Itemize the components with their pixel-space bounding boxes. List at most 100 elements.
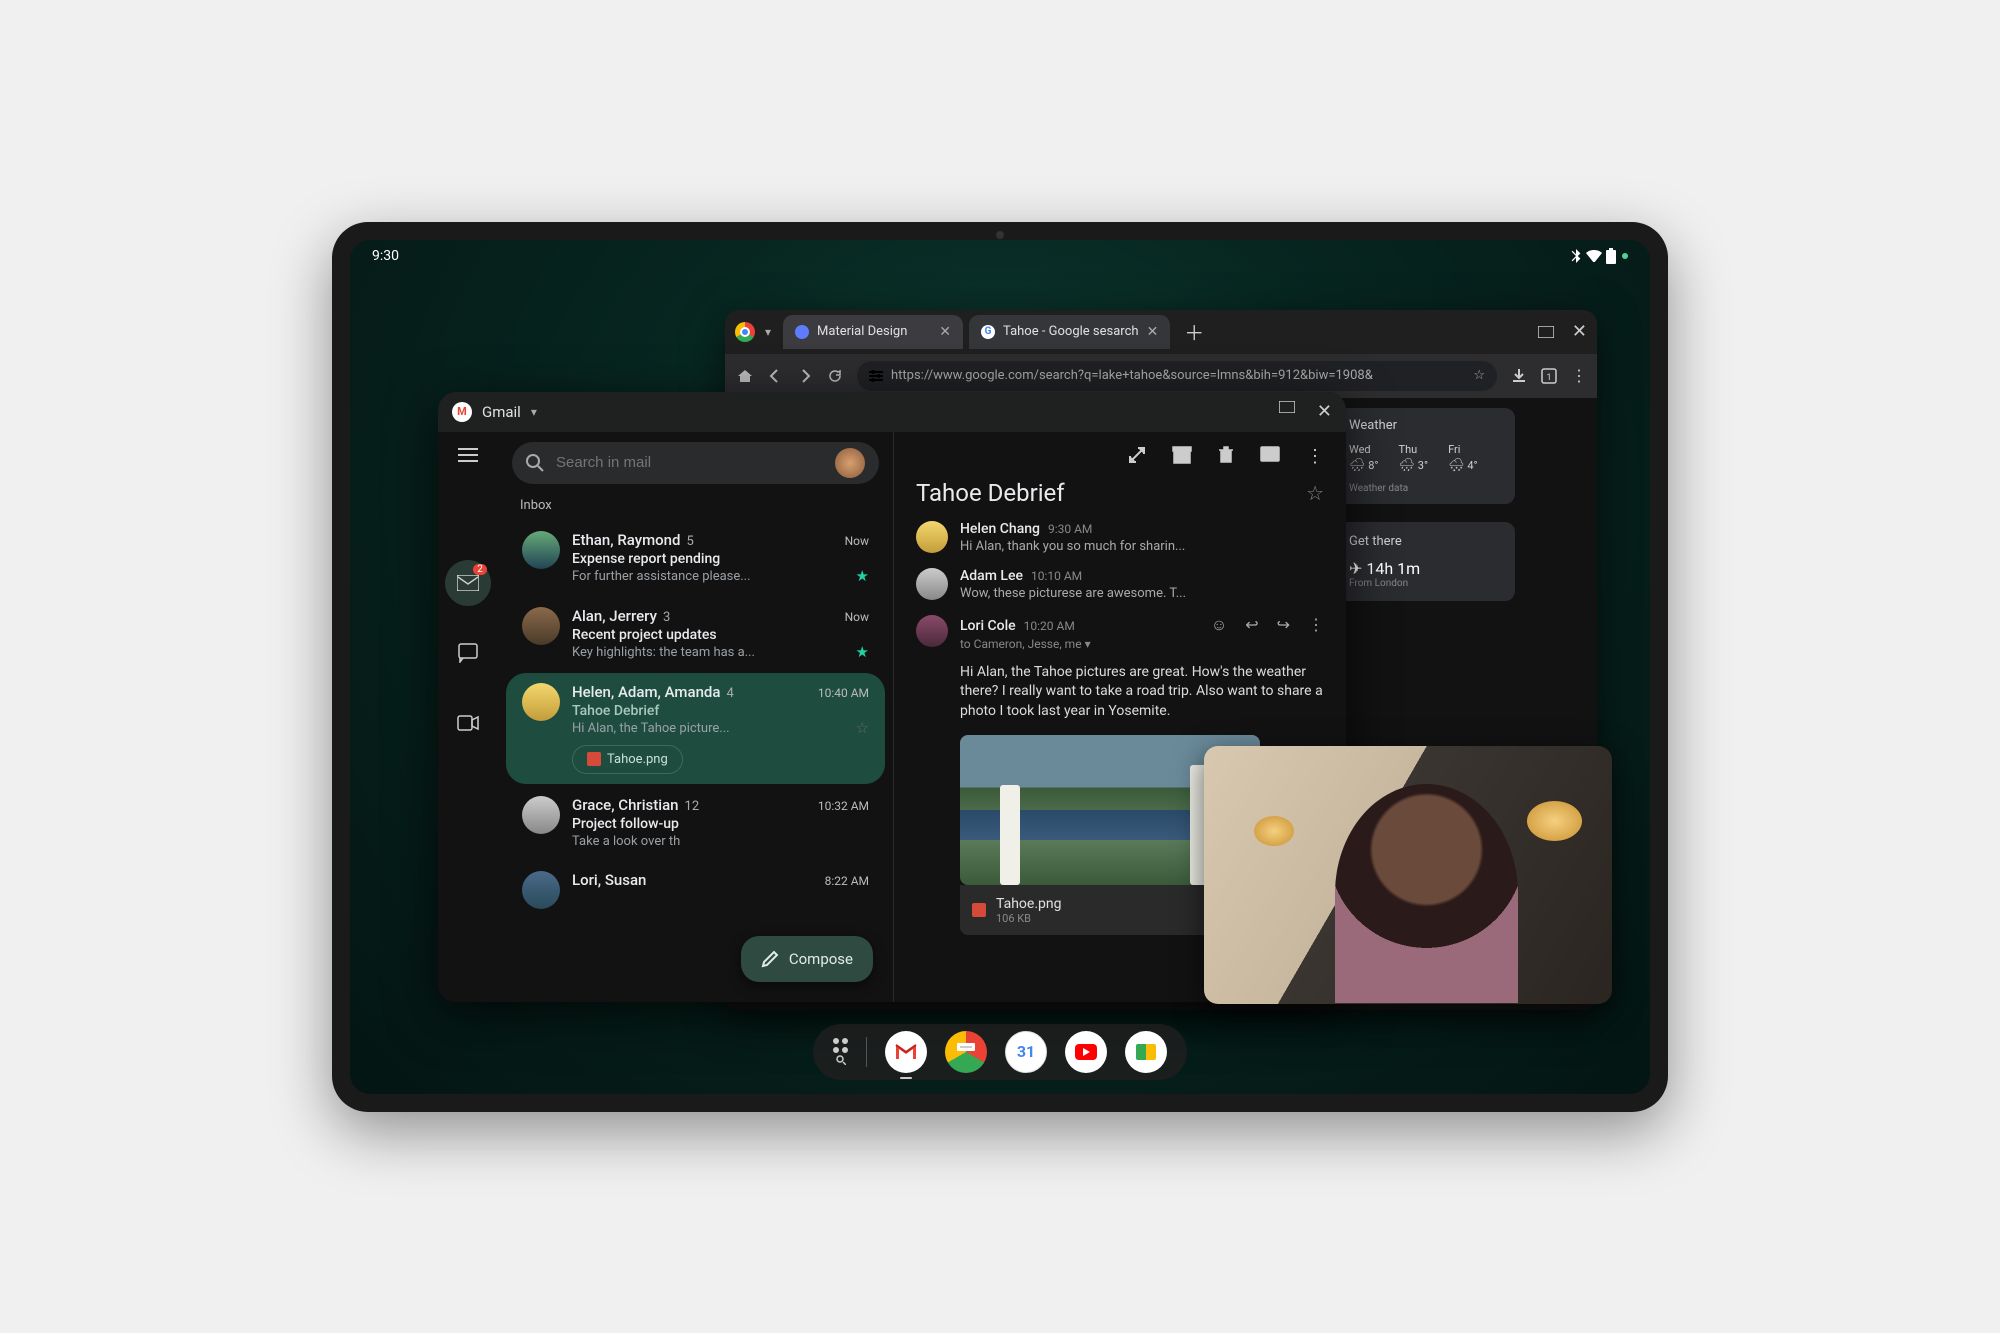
thread-item[interactable]: Ethan, Raymond5Now Expense report pendin…: [506, 521, 885, 595]
star-icon[interactable]: ☆: [856, 719, 869, 737]
rain-icon: 🌧: [1349, 458, 1366, 473]
collapsed-message[interactable]: Helen Chang9:30 AM Hi Alan, thank you so…: [916, 521, 1324, 554]
sidebar-mail[interactable]: 2: [445, 560, 491, 606]
inbox-label: Inbox: [498, 494, 893, 519]
close-icon[interactable]: ✕: [939, 324, 951, 340]
weather-day: Fri 🌨 4°: [1448, 443, 1478, 473]
download-icon[interactable]: [1511, 368, 1527, 384]
expand-icon[interactable]: [1128, 446, 1146, 467]
taskbar-app-gmail[interactable]: [885, 1031, 927, 1073]
sidebar-meet[interactable]: [445, 700, 491, 746]
collapsed-message[interactable]: Adam Lee10:10 AM Wow, these picturese ar…: [916, 568, 1324, 601]
avatar: [522, 796, 560, 834]
reply-icon[interactable]: ↩: [1245, 615, 1258, 635]
close-window-icon[interactable]: ✕: [1572, 321, 1587, 342]
chrome-toolbar: https://www.google.com/search?q=lake+tah…: [725, 354, 1597, 398]
mail-unread-icon[interactable]: [1260, 446, 1280, 467]
search-bar[interactable]: [512, 442, 879, 484]
rain-icon: 🌧: [1399, 458, 1416, 473]
video-call-pip[interactable]: [1204, 746, 1612, 1004]
lamp-icon: [1254, 816, 1294, 846]
divider: [866, 1037, 867, 1067]
sidebar-chat[interactable]: [445, 630, 491, 676]
bluetooth-icon: [1570, 249, 1582, 263]
home-icon[interactable]: [737, 368, 753, 384]
taskbar-app-meet[interactable]: [1125, 1031, 1167, 1073]
chevron-down-icon[interactable]: ▾: [765, 325, 771, 339]
weather-day: Wed 🌧 8°: [1349, 443, 1379, 473]
detail-toolbar: ⋮: [916, 446, 1324, 467]
avatar: [522, 871, 560, 909]
close-window-icon[interactable]: ✕: [1317, 401, 1332, 422]
message-body: Hi Alan, the Tahoe pictures are great. H…: [960, 663, 1324, 722]
thread-item[interactable]: Grace, Christian1210:32 AM Project follo…: [506, 786, 885, 859]
screen: 9:30 ▾ Material Design ✕ G Tahoe: [350, 240, 1650, 1094]
search-icon: [836, 1055, 846, 1065]
star-icon[interactable]: ★: [856, 567, 869, 585]
battery-dot-icon: [1622, 253, 1628, 259]
video-participant: [1335, 784, 1519, 1003]
attachment-chip[interactable]: Tahoe.png: [572, 745, 683, 774]
profile-avatar[interactable]: [835, 448, 865, 478]
avatar: [522, 683, 560, 721]
menu-icon[interactable]: [458, 448, 478, 462]
forward-icon[interactable]: [797, 368, 813, 384]
gmail-sidebar-rail: 2: [438, 432, 498, 1002]
weather-day: Thu 🌧 3°: [1399, 443, 1429, 473]
url-text: https://www.google.com/search?q=lake+tah…: [891, 368, 1465, 383]
archive-icon[interactable]: [1172, 446, 1192, 467]
thread-item-selected[interactable]: Helen, Adam, Amanda410:40 AM Tahoe Debri…: [506, 673, 885, 784]
chevron-down-icon[interactable]: ▾: [1085, 637, 1091, 651]
more-icon[interactable]: ⋮: [1308, 615, 1324, 635]
app-drawer-button[interactable]: [833, 1038, 848, 1065]
tab-title: Material Design: [817, 324, 907, 339]
search-input[interactable]: [556, 454, 823, 471]
snow-icon: 🌨: [1448, 458, 1465, 473]
avatar: [916, 521, 948, 553]
more-icon[interactable]: ⋮: [1306, 446, 1324, 467]
site-settings-icon[interactable]: [869, 369, 883, 383]
taskbar-app-calendar[interactable]: 31: [1005, 1031, 1047, 1073]
new-tab-button[interactable]: ＋: [1184, 317, 1204, 346]
url-bar[interactable]: https://www.google.com/search?q=lake+tah…: [857, 361, 1497, 391]
pencil-icon: [761, 950, 779, 968]
avatar: [522, 531, 560, 569]
chrome-tabstrip: ▾ Material Design ✕ G Tahoe - Google ses…: [725, 310, 1597, 354]
close-icon[interactable]: ✕: [1147, 324, 1159, 340]
delete-icon[interactable]: [1218, 446, 1234, 467]
tab-tahoe-search[interactable]: G Tahoe - Google sesarch ✕: [969, 315, 1170, 349]
tab-material-design[interactable]: Material Design ✕: [783, 315, 963, 349]
image-file-icon: [972, 903, 986, 917]
avatar: [916, 568, 948, 600]
svg-text:1: 1: [1546, 373, 1551, 383]
refresh-icon[interactable]: [827, 368, 843, 384]
weather-card[interactable]: Weather Wed 🌧 8° Thu 🌧 3° Fri 🌨 4°: [1335, 408, 1515, 504]
plane-icon: ✈: [1349, 559, 1362, 578]
travel-title: Get there: [1349, 534, 1501, 549]
mail-badge: 2: [473, 564, 487, 575]
gmail-logo-icon: M: [452, 402, 472, 422]
travel-card[interactable]: Get there ✈ 14h 1m From London: [1335, 522, 1515, 601]
tablet-frame: 9:30 ▾ Material Design ✕ G Tahoe: [332, 222, 1668, 1112]
more-icon[interactable]: ⋮: [1571, 366, 1585, 385]
star-icon[interactable]: ★: [856, 643, 869, 661]
avatar: [522, 607, 560, 645]
back-icon[interactable]: [767, 368, 783, 384]
forward-icon[interactable]: ↪: [1277, 615, 1290, 635]
star-icon[interactable]: ☆: [1306, 481, 1324, 505]
thread-item[interactable]: Alan, Jerrery3Now Recent project updates…: [506, 597, 885, 671]
taskbar-app-chrome[interactable]: [945, 1031, 987, 1073]
emoji-icon[interactable]: ☺: [1211, 615, 1227, 635]
star-icon[interactable]: ☆: [1473, 368, 1485, 383]
status-bar: 9:30: [372, 248, 1628, 264]
chevron-down-icon[interactable]: ▾: [531, 405, 537, 419]
thread-item[interactable]: Lori, Susan8:22 AM: [506, 861, 885, 919]
compose-button[interactable]: Compose: [741, 936, 873, 982]
material-favicon-icon: [795, 325, 809, 339]
battery-icon: [1606, 248, 1616, 264]
tabs-count-icon[interactable]: 1: [1541, 368, 1557, 384]
taskbar-app-youtube[interactable]: [1065, 1031, 1107, 1073]
maximize-icon[interactable]: [1538, 326, 1554, 338]
maximize-icon[interactable]: [1279, 401, 1295, 413]
chrome-logo-icon[interactable]: [735, 322, 755, 342]
